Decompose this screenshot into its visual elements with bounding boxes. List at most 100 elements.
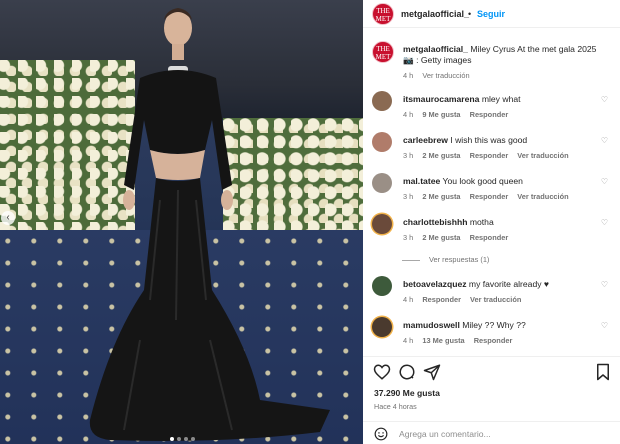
comment-reply-button[interactable]: Responder: [470, 151, 509, 160]
comment-time: 3 h: [403, 151, 414, 160]
comment-meta: 3 h 2 Me gusta Responder Ver traducción: [403, 192, 576, 201]
commenter-avatar[interactable]: [372, 276, 392, 296]
comment-time: 3 h: [403, 233, 414, 242]
comment-likes[interactable]: 2 Me gusta: [422, 192, 460, 201]
comment-like-icon[interactable]: ♡: [601, 280, 608, 289]
logo-text: THE MET: [375, 45, 391, 61]
post-header: THE MET metgalaofficial_ • Seguir: [363, 0, 620, 28]
post-actions: [363, 356, 620, 386]
comment-reply-button[interactable]: Responder: [474, 336, 513, 345]
caption-meta: 4 h Ver traducción: [403, 71, 477, 80]
camera-emoji-icon: 📷: [403, 55, 414, 65]
commenter-avatar[interactable]: [372, 91, 392, 111]
comment-reply-button[interactable]: Responder: [470, 110, 509, 119]
comment-translate-link[interactable]: Ver traducción: [517, 151, 568, 160]
emoji-icon[interactable]: [374, 427, 388, 441]
comment-likes[interactable]: 2 Me gusta: [422, 151, 460, 160]
carousel-dot: [170, 437, 174, 441]
comment-like-icon[interactable]: ♡: [601, 136, 608, 145]
comment-username[interactable]: itsmaurocamarena: [403, 94, 479, 104]
comment-like-icon[interactable]: ♡: [601, 95, 608, 104]
caption-body: Miley Cyrus At the met gala 2025: [470, 44, 597, 54]
comment-body: motha: [469, 217, 494, 227]
comment-body: mley what: [481, 94, 521, 104]
caption-time: 4 h: [403, 71, 414, 80]
comment-username[interactable]: carleebrew: [403, 135, 448, 145]
caption-username[interactable]: metgalaofficial_: [403, 44, 468, 54]
comment-likes[interactable]: 13 Me gusta: [422, 336, 464, 345]
caption-credit: : Getty images: [416, 55, 472, 65]
share-send-icon[interactable]: [423, 363, 441, 381]
comment-body: You look good queen: [442, 176, 523, 186]
comment-translate-link[interactable]: Ver traducción: [517, 192, 568, 201]
comment-username[interactable]: mamudoswell: [403, 320, 460, 330]
comment-meta: 4 h Responder Ver traducción: [403, 295, 528, 304]
carousel-dot: [177, 437, 181, 441]
comment-text: carleebrew I wish this was good: [403, 135, 527, 146]
comment-item: itsmaurocamarena mley what 4 h 9 Me gust…: [372, 91, 612, 131]
comment-username[interactable]: mal.tatee: [403, 176, 440, 186]
caption-translate-link[interactable]: Ver traducción: [422, 71, 469, 80]
caption: THE MET metgalaofficial_ Miley Cyrus At …: [372, 41, 612, 81]
black-heart-icon: ♥: [543, 279, 550, 289]
comment-item: charlottebishhh motha 3 h 2 Me gusta Res…: [372, 214, 612, 254]
comment-reply-button[interactable]: Responder: [470, 233, 509, 242]
follow-button[interactable]: Seguir: [477, 9, 505, 19]
caption-text: metgalaofficial_ Miley Cyrus At the met …: [403, 44, 596, 66]
comment-username[interactable]: charlottebishhh: [403, 217, 467, 227]
comment-body: my favorite already: [468, 279, 542, 289]
like-heart-icon[interactable]: [373, 363, 391, 381]
commenter-avatar[interactable]: [372, 173, 392, 193]
comment-item: mamudoswell Miley ?? Why ?? 4 h 13 Me gu…: [372, 317, 612, 357]
carousel-dot: [191, 437, 195, 441]
logo-text: THE MET: [375, 7, 391, 23]
comment-meta: 3 h 2 Me gusta Responder Ver traducción: [403, 151, 576, 160]
comment-time: 4 h: [403, 295, 414, 304]
comment-input[interactable]: Agrega un comentario...: [399, 429, 491, 439]
comment-text: itsmaurocamarena mley what: [403, 94, 521, 105]
comment-body: Miley ?? Why ??: [462, 320, 526, 330]
separator-dot: •: [468, 9, 472, 19]
comment-time: 4 h: [403, 110, 414, 119]
comment-meta: 3 h 2 Me gusta Responder: [403, 233, 515, 242]
comment-item: carleebrew I wish this was good 3 h 2 Me…: [372, 132, 612, 172]
comment-likes[interactable]: 2 Me gusta: [422, 233, 460, 242]
comment-text: mal.tatee You look good queen: [403, 176, 523, 187]
gown-figure: [89, 8, 330, 441]
comment-item: betoavelazquez my favorite already ♥ 4 h…: [372, 276, 612, 316]
comment-like-icon[interactable]: ♡: [601, 321, 608, 330]
comment-meta: 4 h 9 Me gusta Responder: [403, 110, 515, 119]
post-sidebar: THE MET metgalaofficial_ • Seguir THE ME…: [363, 0, 620, 444]
comment-text: betoavelazquez my favorite already ♥: [403, 279, 549, 290]
comment-meta: 4 h 13 Me gusta Responder: [403, 336, 519, 345]
comment-time: 4 h: [403, 336, 414, 345]
bookmark-icon[interactable]: [594, 363, 612, 381]
comment-body: I wish this was good: [450, 135, 528, 145]
comment-username[interactable]: betoavelazquez: [403, 279, 467, 289]
comment-bubble-icon[interactable]: [398, 363, 416, 381]
commenter-avatar[interactable]: [372, 132, 392, 152]
account-username[interactable]: metgalaofficial_: [401, 9, 469, 19]
commenter-avatar[interactable]: [372, 317, 392, 337]
carousel-dot: [184, 437, 188, 441]
comment-like-icon[interactable]: ♡: [601, 218, 608, 227]
carousel-dots: [170, 437, 195, 441]
account-avatar[interactable]: THE MET: [372, 3, 394, 25]
comment-like-icon[interactable]: ♡: [601, 177, 608, 186]
comment-reply-button[interactable]: Responder: [470, 192, 509, 201]
commenter-avatar[interactable]: [372, 214, 392, 234]
comment-reply-button[interactable]: Responder: [422, 295, 461, 304]
caption-avatar[interactable]: THE MET: [372, 41, 394, 63]
post-time-ago: Hace 4 horas: [374, 402, 417, 411]
comment-translate-link[interactable]: Ver traducción: [470, 295, 521, 304]
comments-list[interactable]: THE MET metgalaofficial_ Miley Cyrus At …: [363, 36, 620, 354]
comment-item: mal.tatee You look good queen 3 h 2 Me g…: [372, 173, 612, 213]
view-replies-link[interactable]: Ver respuestas (1): [402, 255, 489, 264]
comment-time: 3 h: [403, 192, 414, 201]
comment-text: mamudoswell Miley ?? Why ??: [403, 320, 526, 331]
add-comment-bar: Agrega un comentario...: [363, 421, 620, 444]
likes-count[interactable]: 37.290 Me gusta: [374, 388, 440, 398]
post-photo[interactable]: ‹: [0, 0, 363, 444]
comment-likes[interactable]: 9 Me gusta: [422, 110, 460, 119]
carousel-prev-button[interactable]: ‹: [1, 211, 15, 225]
